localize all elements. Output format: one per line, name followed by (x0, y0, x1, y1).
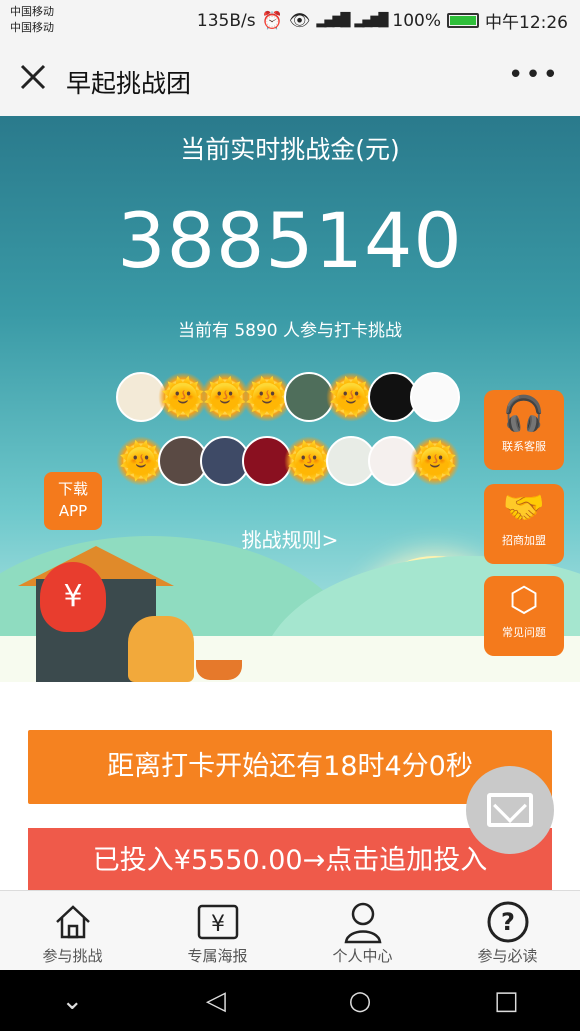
download-label: 下载 APP (57, 480, 88, 520)
battery-icon (447, 13, 479, 28)
tab-label: 个人中心 (332, 947, 393, 965)
signal-2g-icon: ▂▄▆█ (354, 13, 388, 28)
help-icon: ? (435, 899, 580, 945)
signal-icon: ▂▄▆█ (316, 13, 350, 28)
android-nav-bar: ⌄ ◁ ○ □ (0, 970, 580, 1031)
back-icon[interactable]: ◁ (206, 986, 226, 1016)
eye-icon: 👁 (288, 10, 311, 31)
headset-icon: 🎧 (502, 394, 546, 434)
avatar-row-1: 🌞 🌞 🌞 🌞 (116, 372, 460, 422)
alarm-icon: ⏰ (261, 10, 283, 31)
network-speed: 135B/s (196, 10, 256, 31)
envelope-icon (487, 793, 533, 827)
carrier-2: 中国移动 (10, 21, 54, 34)
tab-must-read[interactable]: ? 参与必读 (435, 891, 580, 970)
download-app-button[interactable]: 下载 APP (44, 472, 102, 530)
contact-service-button[interactable]: 🎧 联系客服 (484, 390, 564, 470)
dog-illustration (128, 616, 194, 682)
bowl-illustration (196, 660, 242, 680)
battery-text: 100% (392, 10, 441, 31)
home-icon (0, 899, 145, 945)
side-label: 联系客服 (502, 440, 546, 453)
tab-profile[interactable]: 个人中心 (290, 891, 435, 970)
recents-icon[interactable]: □ (494, 986, 519, 1016)
clock: 中午12:26 (485, 13, 568, 33)
handshake-icon: 🤝 (502, 488, 546, 528)
more-icon[interactable]: ••• (508, 60, 560, 90)
hero-title: 当前实时挑战金(元) (180, 135, 400, 164)
tab-poster[interactable]: ¥ 专属海报 (145, 891, 290, 970)
side-label: 常见问题 (502, 626, 546, 639)
user-icon (290, 899, 435, 945)
add-investment-button[interactable]: 已投入¥5550.00→点击追加投入 (28, 828, 552, 890)
chevron-down-icon[interactable]: ⌄ (61, 986, 83, 1016)
home-button-icon[interactable]: ○ (349, 986, 372, 1016)
tab-join-challenge[interactable]: 参与挑战 (0, 891, 145, 970)
top-bar: 早起挑战团 ••• (0, 40, 580, 116)
tab-label: 参与必读 (477, 947, 538, 965)
poster-icon: ¥ (145, 899, 290, 945)
money-bag-icon: ¥ (40, 562, 106, 632)
franchise-button[interactable]: 🤝 招商加盟 (484, 484, 564, 564)
svg-text:?: ? (501, 908, 515, 936)
carrier-1: 中国移动 (10, 5, 54, 18)
avatar-row-2: 🌞 🌞 🌞 (116, 436, 460, 486)
side-label: 招商加盟 (502, 534, 546, 547)
status-bar: 中国移动 中国移动 135B/s ⏰ 👁 ▂▄▆█ ▂▄▆█ 100% 中午12… (0, 0, 580, 40)
participants-text: 当前有 5890 人参与打卡挑战 (177, 321, 403, 341)
page-title: 早起挑战团 (66, 69, 192, 98)
prize-amount: 3885140 (117, 196, 463, 285)
close-icon[interactable] (18, 62, 48, 92)
faq-button[interactable]: ⬡ 常见问题 (484, 576, 564, 656)
tab-label: 专属海报 (187, 947, 248, 965)
svg-text:¥: ¥ (211, 912, 225, 937)
status-right: 135B/s ⏰ 👁 ▂▄▆█ ▂▄▆█ 100% 中午12:26 (196, 8, 568, 34)
mail-button[interactable] (466, 766, 554, 854)
tab-bar: 参与挑战 ¥ 专属海报 个人中心 ? 参与必读 (0, 890, 580, 970)
avatar-sun-icon: 🌞 (410, 436, 460, 486)
avatar (410, 372, 460, 422)
tab-label: 参与挑战 (42, 947, 103, 965)
hexagon-icon: ⬡ (509, 580, 539, 620)
